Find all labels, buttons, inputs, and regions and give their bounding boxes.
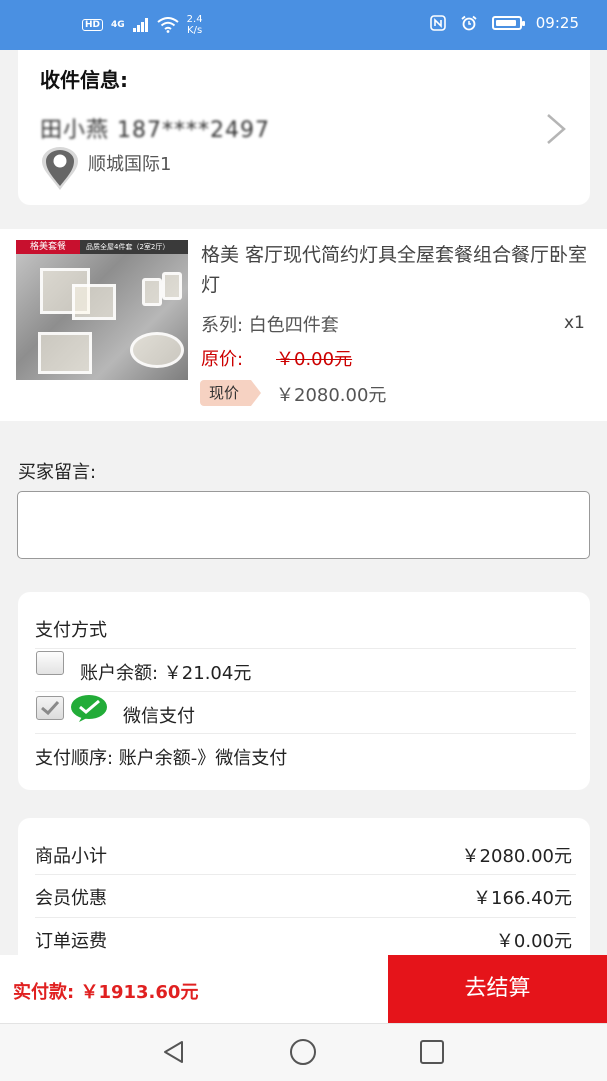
divider [35,874,576,875]
address-title: 收件信息: [40,68,128,92]
address-location: 顺城国际1 [88,154,172,175]
alarm-icon [461,15,477,31]
subtotal-value: ￥2080.00元 [461,846,572,867]
battery-level [495,20,516,26]
nfc-icon [429,15,446,31]
product-image-tag: 格美套餐 [16,240,80,254]
status-right: 09:25 [429,14,579,32]
member-discount-label: 会员优惠 [35,888,107,909]
lamp-round [130,332,184,368]
product-series: 系列: 白色四件套 [201,315,339,336]
wechat-checkbox[interactable] [36,696,64,720]
network-type: 4G [111,20,125,30]
location-pin-icon [42,147,78,190]
divider [35,917,576,918]
status-bar: HD 4G 2.4 K/s 09:25 [0,0,607,50]
system-nav-bar [0,1023,607,1081]
chevron-right-icon[interactable] [540,112,570,146]
signal-icon [132,18,148,32]
divider [35,648,576,649]
lamp-rect [72,284,116,320]
shipping-label: 订单运费 [35,931,107,952]
original-price-label: 原价: [201,349,244,370]
wechat-pay-icon [71,695,107,722]
original-price: ￥0.00元 [276,349,353,370]
current-price: ￥2080.00元 [276,385,387,406]
buyer-message-label: 买家留言: [18,462,97,483]
current-price-badge: 现价 [200,380,262,406]
lamp-pendant [142,278,162,306]
member-discount-value: ￥166.40元 [473,888,572,909]
net-speed-unit: K/s [187,25,203,36]
clock: 09:25 [535,14,579,32]
net-speed-value: 2.4 [186,14,203,25]
recents-icon[interactable] [418,1038,446,1066]
status-left: HD 4G 2.4 K/s [82,14,203,36]
home-icon[interactable] [288,1037,318,1067]
net-speed: 2.4 K/s [187,14,203,36]
payment-order-text: 支付顺序: 账户余额-》微信支付 [35,748,288,769]
divider [35,733,576,734]
check-icon [41,700,60,716]
back-icon[interactable] [160,1038,188,1066]
subtotal-label: 商品小计 [35,846,107,867]
divider [35,691,576,692]
checkout-button[interactable]: 去结算 [388,955,607,1023]
lamp-pendant-2 [162,272,182,300]
product-image[interactable]: 格美套餐 品质全屋4件套（2室2厅） [16,240,188,380]
payment-method-title: 支付方式 [35,620,107,641]
buyer-message-input[interactable] [17,491,590,559]
wechat-option-label[interactable]: 微信支付 [123,702,195,728]
battery-icon [491,16,525,30]
shipping-value: ￥0.00元 [495,931,572,952]
lamp-cross [38,332,92,374]
product-image-banner: 品质全屋4件套（2室2厅） [80,240,188,254]
wifi-icon [157,17,179,33]
product-title[interactable]: 格美 客厅现代简约灯具全屋套餐组合餐厅卧室灯 [201,240,591,300]
balance-checkbox[interactable] [36,651,64,675]
balance-option-label[interactable]: 账户余额: ￥21.04元 [80,659,251,685]
total-payment: 实付款: ￥1913.60元 [13,982,199,1003]
product-quantity: x1 [564,313,585,333]
recipient-line: 田小燕 187****2497 [40,118,270,143]
hd-badge: HD [82,19,104,31]
